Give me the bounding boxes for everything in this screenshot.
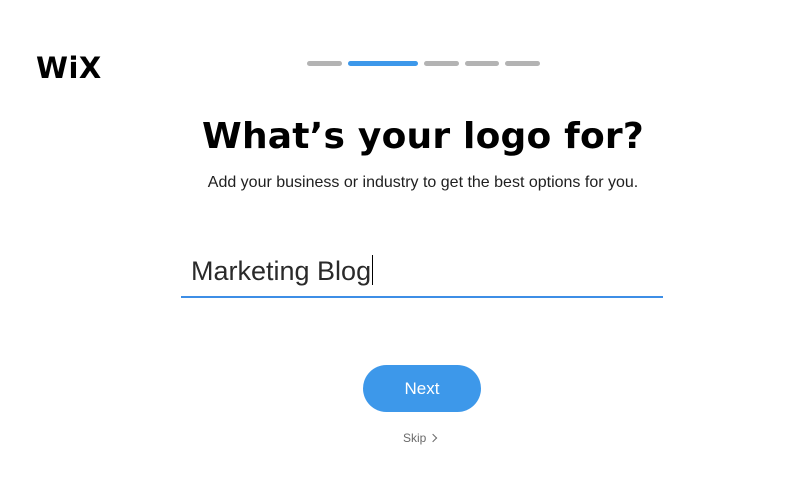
business-input-field[interactable]: Marketing Blog [181,244,663,298]
skip-link[interactable]: Skip [403,430,438,446]
progress-step-3 [424,61,459,66]
skip-label: Skip [403,431,427,445]
chevron-right-icon [429,433,438,443]
text-caret [372,255,374,285]
page-subtitle: Add your business or industry to get the… [207,174,639,191]
logo-maker-onboarding: WiX What’s your logo for? Add your busin… [0,0,800,496]
business-input[interactable]: Marketing Blog [191,254,374,288]
progress-step-2 [348,61,418,66]
business-input-value: Marketing Blog [191,256,372,286]
progress-step-5 [505,61,540,66]
wix-logo: WiX [36,51,102,85]
next-button[interactable]: Next [363,365,481,412]
progress-step-4 [465,61,499,66]
progress-step-1 [307,61,342,66]
page-title: What’s your logo for? [202,116,644,157]
step-progress-indicator [307,61,540,66]
